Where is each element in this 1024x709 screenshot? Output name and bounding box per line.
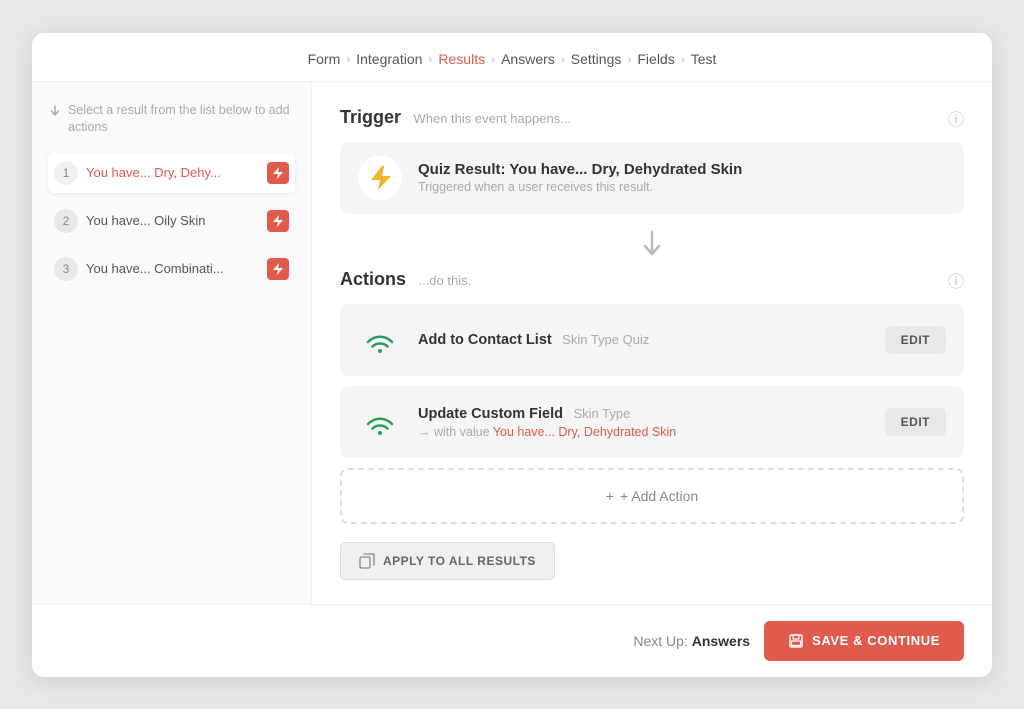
- result-label-3: You have... Combinati...: [86, 261, 259, 276]
- trigger-subtitle: When this event happens...: [413, 111, 571, 126]
- nav-item-form[interactable]: Form: [308, 51, 341, 67]
- action-card-2: Update Custom Field Skin Type → with val…: [340, 386, 964, 458]
- action-2-wifi-icon: [358, 400, 402, 444]
- nav-chevron-2: ›: [428, 52, 432, 66]
- sidebar-hint: Select a result from the list below to a…: [48, 102, 295, 137]
- footer-next-value: Answers: [692, 633, 750, 649]
- action-1-subtitle: Skin Type Quiz: [562, 332, 649, 347]
- apply-section: APPLY TO ALL RESULTS: [340, 542, 964, 580]
- action-1-wifi-icon: [358, 318, 402, 362]
- result-num-1: 1: [54, 161, 78, 185]
- actions-subtitle: ...do this.: [418, 273, 471, 288]
- result-item-3[interactable]: 3 You have... Combinati...: [48, 249, 295, 289]
- lightning-icon-3: [272, 262, 284, 276]
- lightning-icon-1: [272, 166, 284, 180]
- footer-next-label: Next Up: Answers: [633, 633, 750, 649]
- nav-chevron-6: ›: [681, 52, 685, 66]
- add-action-box[interactable]: + + Add Action: [340, 468, 964, 524]
- main-body: Select a result from the list below to a…: [32, 82, 992, 604]
- save-icon: [788, 633, 804, 649]
- lightning-badge-3: [267, 258, 289, 280]
- main-content: Trigger When this event happens... ⓘ Qui…: [312, 82, 992, 604]
- trigger-section-header: Trigger When this event happens... ⓘ: [340, 106, 964, 130]
- trigger-card: Quiz Result: You have... Dry, Dehydrated…: [340, 142, 964, 214]
- action-2-edit-button[interactable]: EDIT: [885, 408, 946, 436]
- result-label-1: You have... Dry, Dehy...: [86, 165, 259, 180]
- nav-item-settings[interactable]: Settings: [571, 51, 622, 67]
- actions-info-icon[interactable]: ⓘ: [948, 268, 964, 292]
- lightning-badge-1: [267, 162, 289, 184]
- action-1-edit-button[interactable]: EDIT: [885, 326, 946, 354]
- trigger-title: Trigger: [340, 107, 401, 127]
- nav-chevron-5: ›: [627, 52, 631, 66]
- nav-item-answers[interactable]: Answers: [501, 51, 555, 67]
- result-item-2[interactable]: 2 You have... Oily Skin: [48, 201, 295, 241]
- trigger-title-group: Trigger When this event happens...: [340, 107, 571, 128]
- nav-chevron-1: ›: [346, 52, 350, 66]
- result-num-2: 2: [54, 209, 78, 233]
- action-1-text: Add to Contact List Skin Type Quiz: [418, 331, 649, 349]
- action-card-1: Add to Contact List Skin Type Quiz EDIT: [340, 304, 964, 376]
- trigger-info-icon[interactable]: ⓘ: [948, 106, 964, 130]
- wifi-icon-2: [362, 404, 398, 440]
- trigger-card-text: Quiz Result: You have... Dry, Dehydrated…: [418, 161, 742, 194]
- wifi-icon-1: [362, 322, 398, 358]
- arrow-down-connector-icon: [640, 230, 664, 258]
- lightning-icon-2: [272, 214, 284, 228]
- result-label-2: You have... Oily Skin: [86, 213, 259, 228]
- nav-item-results[interactable]: Results: [438, 51, 485, 67]
- action-2-text: Update Custom Field Skin Type → with val…: [418, 405, 676, 439]
- arrow-down-icon: [48, 104, 62, 118]
- result-num-3: 3: [54, 257, 78, 281]
- action-2-title: Update Custom Field: [418, 406, 563, 422]
- actions-title-group: Actions ...do this.: [340, 269, 471, 290]
- nav-chevron-3: ›: [491, 52, 495, 66]
- action-2-subtitle: Skin Type: [573, 406, 630, 421]
- result-item-1[interactable]: 1 You have... Dry, Dehy...: [48, 153, 295, 193]
- nav-item-test[interactable]: Test: [691, 51, 717, 67]
- save-continue-label: SAVE & CONTINUE: [812, 633, 940, 648]
- trigger-lightning-circle: [358, 156, 402, 200]
- add-action-label: + Add Action: [620, 488, 698, 504]
- arrow-connector: [340, 224, 964, 264]
- nav-chevron-4: ›: [561, 52, 565, 66]
- action-1-title: Add to Contact List: [418, 332, 552, 348]
- save-continue-button[interactable]: SAVE & CONTINUE: [764, 621, 964, 661]
- top-nav: Form › Integration › Results › Answers ›…: [32, 33, 992, 82]
- footer: Next Up: Answers SAVE & CONTINUE: [32, 604, 992, 677]
- actions-title: Actions: [340, 269, 406, 289]
- lightning-badge-2: [267, 210, 289, 232]
- apply-button-label: APPLY TO ALL RESULTS: [383, 554, 536, 568]
- actions-section-header: Actions ...do this. ⓘ: [340, 268, 964, 292]
- action-2-detail-highlight: You have... Dry, Dehydrated Skin: [493, 425, 676, 439]
- trigger-card-subtitle: Triggered when a user receives this resu…: [418, 180, 742, 194]
- add-action-icon: +: [606, 488, 614, 504]
- trigger-lightning-icon: [369, 165, 391, 191]
- copy-icon: [359, 553, 375, 569]
- action-2-title-row: Update Custom Field Skin Type: [418, 405, 676, 423]
- nav-item-integration[interactable]: Integration: [356, 51, 422, 67]
- nav-item-fields[interactable]: Fields: [637, 51, 674, 67]
- trigger-card-title: Quiz Result: You have... Dry, Dehydrated…: [418, 161, 742, 178]
- action-2-detail: → with value You have... Dry, Dehydrated…: [418, 425, 676, 439]
- action-2-detail-arrow: → with value: [418, 425, 490, 439]
- main-card: Form › Integration › Results › Answers ›…: [32, 33, 992, 677]
- sidebar: Select a result from the list below to a…: [32, 82, 312, 604]
- apply-to-all-button[interactable]: APPLY TO ALL RESULTS: [340, 542, 555, 580]
